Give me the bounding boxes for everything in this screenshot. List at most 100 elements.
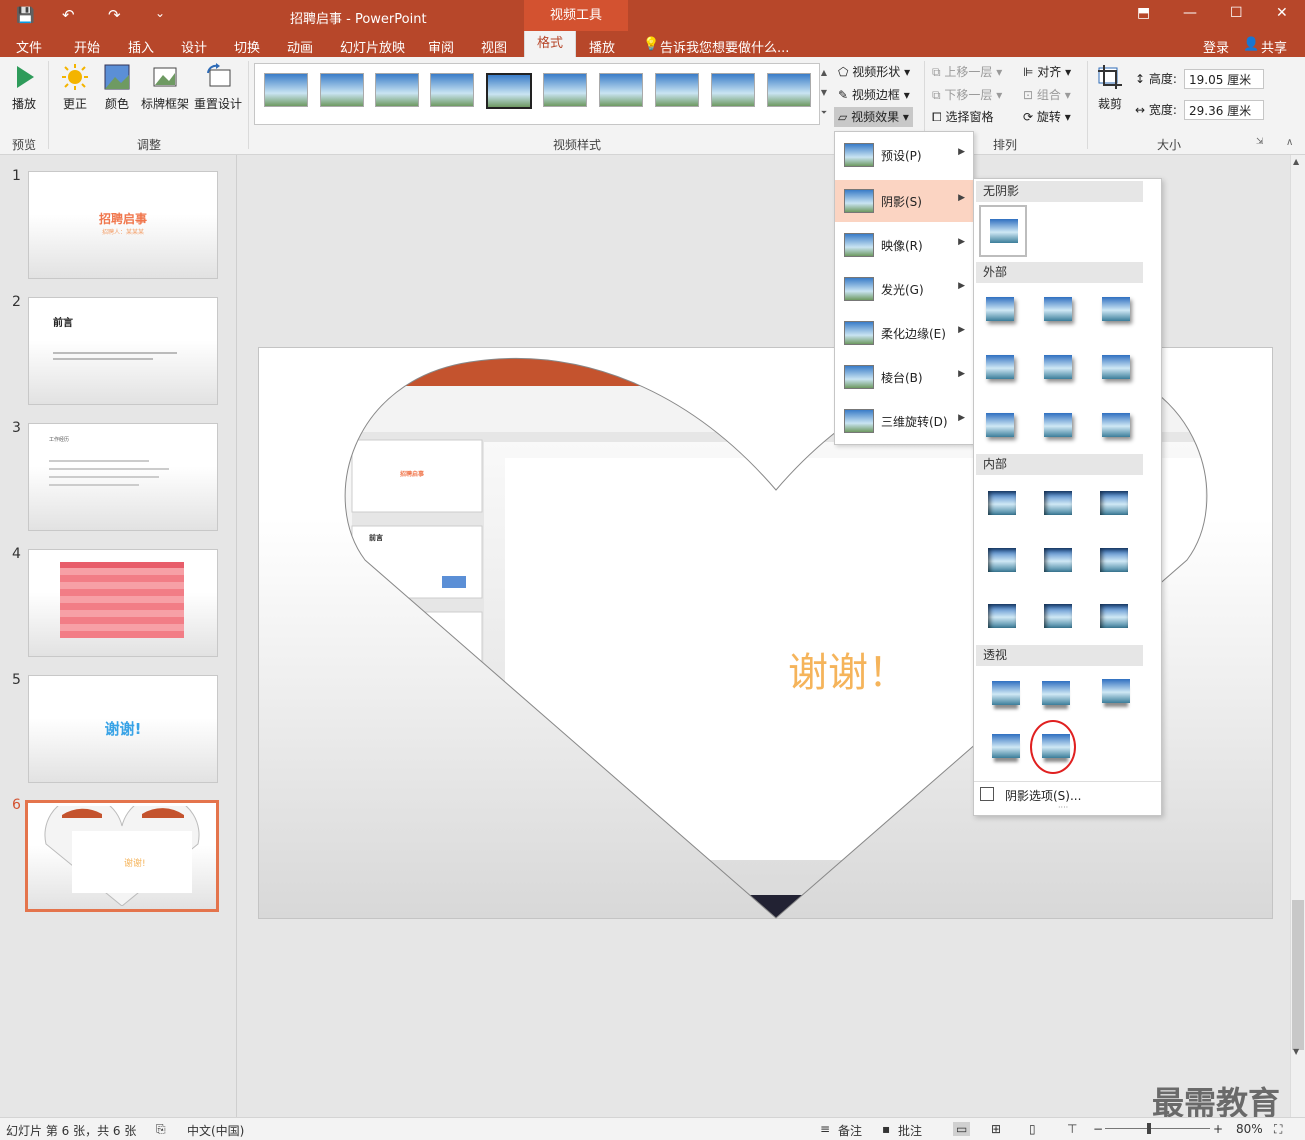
resize-grip-icon[interactable]: ···· [1058, 803, 1068, 812]
align-button[interactable]: ⊫ 对齐 ▾ [1023, 62, 1071, 82]
normal-view-icon[interactable]: ▭ [953, 1122, 971, 1136]
tab-view[interactable]: 视图 [481, 37, 507, 56]
shadow-option-outer[interactable] [1102, 413, 1130, 437]
shadow-option-outer[interactable] [1102, 297, 1130, 321]
slide-sorter-icon[interactable]: ⊞ [991, 1122, 1001, 1136]
ribbon-display-options-icon[interactable]: ⬒ [1137, 5, 1150, 21]
slide-thumbnail[interactable] [28, 549, 218, 657]
video-style-thumb[interactable] [320, 73, 364, 107]
tab-slideshow[interactable]: 幻灯片放映 [340, 37, 405, 56]
menu-item-bevel[interactable]: 棱台(B) ▶ [835, 356, 973, 398]
language-indicator[interactable]: 中文(中国) [187, 1122, 244, 1139]
tab-transitions[interactable]: 切换 [234, 37, 260, 56]
shadow-option-inner[interactable] [1100, 548, 1128, 572]
shadow-option-outer[interactable] [986, 355, 1014, 379]
slide-thumbnail[interactable]: 招聘启事 招聘人：某某某 [28, 171, 218, 279]
menu-item-glow[interactable]: 发光(G) ▶ [835, 268, 973, 310]
shadow-option-outer[interactable] [986, 297, 1014, 321]
shadow-option-inner[interactable] [988, 604, 1016, 628]
notes-button[interactable]: 备注 [838, 1122, 862, 1139]
menu-item-shadow[interactable]: 阴影(S) ▶ [835, 180, 973, 222]
shadow-option-outer[interactable] [986, 413, 1014, 437]
shadow-options-link[interactable]: 阴影选项(S)... [1005, 787, 1081, 804]
minimize-icon[interactable]: — [1183, 5, 1197, 21]
slide-thumbnail[interactable]: 谢谢! [28, 675, 218, 783]
video-border-button[interactable]: ✎ 视频边框 ▾ [838, 85, 910, 105]
selection-pane-button[interactable]: ⧠ 选择窗格 [932, 107, 993, 127]
shadow-option-outer[interactable] [1044, 413, 1072, 437]
video-style-thumb[interactable] [599, 73, 643, 107]
close-icon[interactable]: ✕ [1276, 5, 1288, 21]
bring-forward-button[interactable]: ⧉ 上移一层 ▾ [932, 62, 1002, 82]
slide-thumbnail[interactable]: 工作经历 [28, 423, 218, 531]
zoom-level[interactable]: 80% [1236, 1122, 1263, 1136]
shadow-option-perspective[interactable] [992, 734, 1020, 758]
comments-button[interactable]: 批注 [898, 1122, 922, 1139]
shadow-option-outer[interactable] [1044, 355, 1072, 379]
video-style-thumb[interactable] [767, 73, 811, 107]
sign-in-link[interactable]: 登录 [1203, 37, 1229, 56]
menu-item-reflection[interactable]: 映像(R) ▶ [835, 224, 973, 266]
tab-playback[interactable]: 播放 [589, 37, 615, 56]
height-spinner[interactable]: 19.05 厘米 [1184, 69, 1264, 89]
video-effects-button[interactable]: ▱ 视频效果 ▾ [834, 107, 913, 127]
tab-file[interactable]: 文件 [16, 37, 42, 56]
scroll-up-icon[interactable]: ▲ [1293, 157, 1299, 166]
corrections-button[interactable]: 更正 [56, 63, 94, 112]
size-dialog-launcher-icon[interactable]: ⇲ [1256, 137, 1264, 147]
video-style-thumb[interactable] [430, 73, 474, 107]
shadow-option-inner[interactable] [1044, 548, 1072, 572]
zoom-slider-thumb[interactable] [1147, 1123, 1151, 1134]
fit-slide-icon[interactable]: ⛶ [1274, 1122, 1282, 1137]
menu-item-soft-edges[interactable]: 柔化边缘(E) ▶ [835, 312, 973, 354]
shadow-option-outer[interactable] [1102, 355, 1130, 379]
video-shape-button[interactable]: ⬠ 视频形状 ▾ [838, 62, 910, 82]
menu-item-preset[interactable]: 预设(P) ▶ [835, 134, 973, 176]
reading-view-icon[interactable]: ▯ [1029, 1122, 1036, 1136]
collapse-ribbon-icon[interactable]: ∧ [1286, 137, 1293, 148]
menu-item-3d-rotation[interactable]: 三维旋转(D) ▶ [835, 400, 973, 442]
vertical-scrollbar[interactable]: ▲ ▼ [1290, 155, 1305, 1117]
tab-format[interactable]: 格式 [524, 31, 577, 57]
redo-icon[interactable]: ↷ [108, 6, 121, 24]
video-style-thumb[interactable] [375, 73, 419, 107]
scroll-down-icon[interactable]: ▼ [1293, 1047, 1299, 1056]
shadow-option-inner[interactable] [1100, 604, 1128, 628]
group-button[interactable]: ⊡ 组合 ▾ [1023, 85, 1071, 105]
shadow-option-none-selected[interactable] [979, 205, 1027, 257]
tab-design[interactable]: 设计 [181, 37, 207, 56]
shadow-option-inner[interactable] [1100, 491, 1128, 515]
maximize-icon[interactable]: ☐ [1230, 5, 1243, 21]
shadow-option-perspective[interactable] [1042, 681, 1070, 705]
slideshow-view-icon[interactable]: ⊤ [1067, 1122, 1077, 1136]
shadow-option-perspective[interactable] [992, 681, 1020, 705]
poster-frame-button[interactable]: 标牌框架 [140, 63, 190, 112]
rotate-button[interactable]: ⟳ 旋转 ▾ [1023, 107, 1071, 127]
tab-review[interactable]: 审阅 [428, 37, 454, 56]
shadow-option-inner[interactable] [988, 491, 1016, 515]
tell-me-search[interactable]: 告诉我您想要做什么... [660, 37, 789, 56]
send-backward-button[interactable]: ⧉ 下移一层 ▾ [932, 85, 1002, 105]
width-spinner[interactable]: 29.36 厘米 [1184, 100, 1264, 120]
video-style-thumb[interactable] [264, 73, 308, 107]
reset-design-button[interactable]: 重置设计 [193, 63, 243, 112]
spelling-check-icon[interactable]: ⎘ [156, 1122, 166, 1137]
save-icon[interactable]: 💾 [16, 6, 35, 24]
zoom-slider-track[interactable] [1105, 1128, 1210, 1129]
scrollbar-thumb[interactable] [1292, 900, 1304, 1050]
tab-insert[interactable]: 插入 [128, 37, 154, 56]
shadow-option-inner[interactable] [988, 548, 1016, 572]
play-button[interactable]: 播放 [8, 63, 40, 112]
slide-thumbnail-selected[interactable]: 谢谢! [25, 800, 219, 912]
gallery-scroll[interactable]: ▲ ▼ ⏷ [818, 63, 830, 123]
customize-quick-access-icon[interactable]: ⌄ [155, 6, 165, 20]
video-style-thumb[interactable] [543, 73, 587, 107]
video-style-thumb[interactable] [486, 73, 532, 109]
video-style-thumb[interactable] [655, 73, 699, 107]
zoom-in-icon[interactable]: + [1213, 1122, 1223, 1136]
color-button[interactable]: 颜色 [100, 63, 134, 112]
tab-animations[interactable]: 动画 [287, 37, 313, 56]
shadow-option-inner[interactable] [1044, 604, 1072, 628]
video-style-thumb[interactable] [711, 73, 755, 107]
tab-home[interactable]: 开始 [74, 37, 100, 56]
